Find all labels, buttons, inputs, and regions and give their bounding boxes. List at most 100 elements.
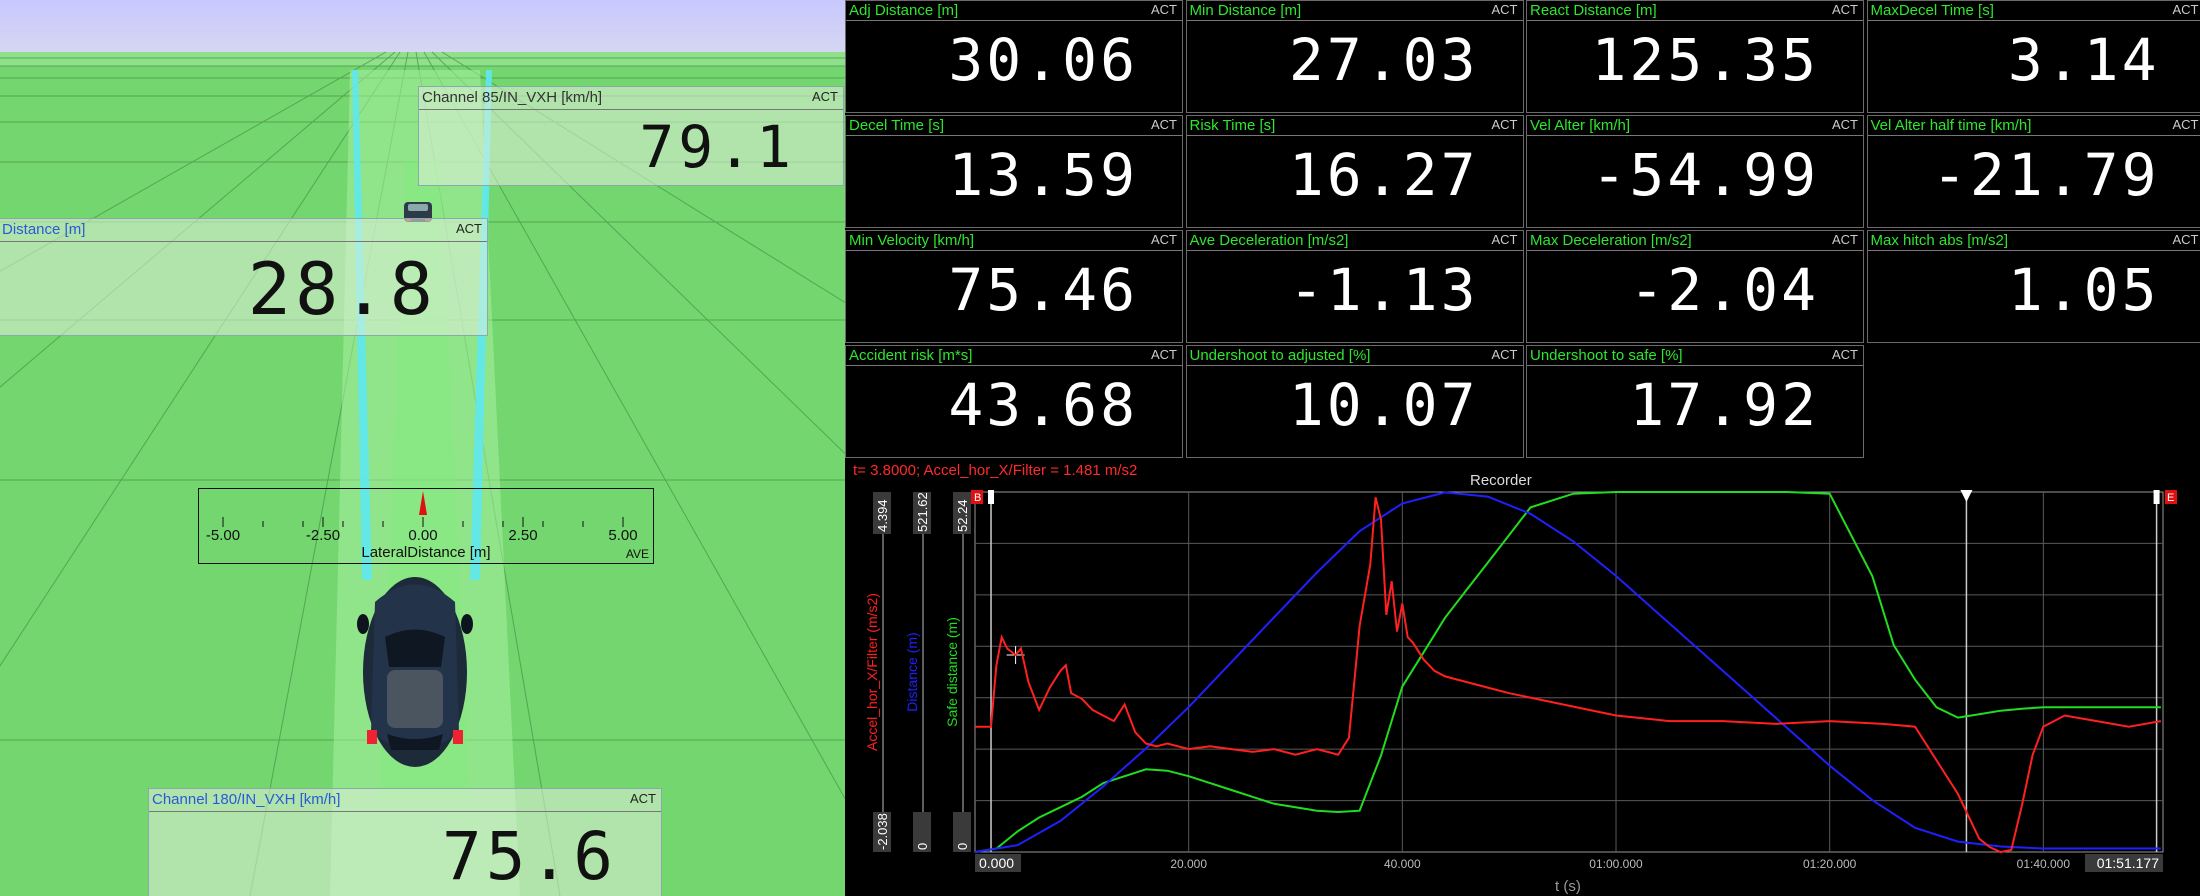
lateral-tick-4: 5.00 xyxy=(608,527,638,544)
channel-180-flag: ACT xyxy=(630,791,656,806)
recorder-panel[interactable]: t= 3.8000; Accel_hor_X/Filter = 1.481 m/… xyxy=(845,460,2200,896)
y-axis-title: Distance (m) xyxy=(904,632,920,711)
metric-flag: ACT xyxy=(1832,117,1858,132)
metric-flag: ACT xyxy=(1491,117,1518,132)
y-axis-max-label: 521.62 xyxy=(915,492,930,532)
lateral-needle xyxy=(419,491,427,515)
metric-value: 125.35 xyxy=(1591,26,1819,94)
channel-180-display: Channel 180/IN_VXH [km/h] ACT 75.6 xyxy=(148,788,662,896)
channel-85-value: 79.1 xyxy=(639,113,795,181)
channel-180-value: 75.6 xyxy=(442,818,617,895)
metric-value: 1.05 xyxy=(2007,256,2160,324)
metric-flag: ACT xyxy=(1491,347,1518,362)
metric-flag: ACT xyxy=(2172,232,2199,247)
metric-flag: ACT xyxy=(1151,232,1177,247)
metric-tile: Risk Time [s] ACT 16.27 xyxy=(1185,115,1524,228)
metric-title: Undershoot to safe [%] xyxy=(1530,347,1683,364)
metric-title: Max Deceleration [m/s2] xyxy=(1530,232,1692,249)
distance-title: Distance [m] xyxy=(2,221,86,238)
metric-tile: Accident risk [m*s] ACT 43.68 xyxy=(845,345,1183,458)
lateral-label: LateralDistance [m] xyxy=(361,544,491,561)
lateral-tick-1: -2.50 xyxy=(305,527,341,544)
metric-tile: Vel Alter [km/h] ACT -54.99 xyxy=(1526,115,1864,228)
metric-title: Decel Time [s] xyxy=(849,117,945,134)
metric-tile: Min Velocity [km/h] ACT 75.46 xyxy=(845,230,1183,343)
x-tick-label: 40.000 xyxy=(1384,857,1421,871)
metric-flag: ACT xyxy=(1832,232,1858,247)
y-axis-min-label: -2.038 xyxy=(875,813,890,850)
y-axis-max-label: 52.24 xyxy=(955,499,970,532)
begin-marker-label: B xyxy=(974,492,981,504)
metric-title: Min Velocity [km/h] xyxy=(849,232,975,249)
end-handle-icon xyxy=(2153,490,2160,504)
y-axis-min-label: 0 xyxy=(955,843,970,850)
metric-title: Vel Alter half time [km/h] xyxy=(1870,117,2032,134)
recorder-chart[interactable]: B E 4.394 -2.038 Accel_hor_X/Filter (m/s2) 52… xyxy=(845,460,2200,896)
metric-title: Adj Distance [m] xyxy=(849,2,959,19)
metric-grid: Adj Distance [m] ACT 30.06 Min Distance [m]… xyxy=(845,0,2200,460)
metric-tile: Decel Time [s] ACT 13.59 xyxy=(845,115,1183,228)
lateral-flag: AVE xyxy=(625,547,649,561)
metric-title: MaxDecel Time [s] xyxy=(1870,2,1994,19)
x-tick-label: 01:00.000 xyxy=(1589,857,1643,871)
metric-flag: ACT xyxy=(1491,232,1518,247)
lateral-scale xyxy=(222,491,624,527)
distance-flag: ACT xyxy=(456,221,482,236)
metric-value: 17.92 xyxy=(1629,371,1819,439)
metric-flag: ACT xyxy=(1151,117,1177,132)
metric-title: Undershoot to adjusted [%] xyxy=(1189,347,1371,364)
metric-value: 10.07 xyxy=(1288,371,1479,439)
metric-flag: ACT xyxy=(1151,2,1177,17)
x-tick-label: 01:51.177 xyxy=(2097,855,2159,871)
metric-value: -54.99 xyxy=(1591,141,1819,209)
distance-display: Distance [m] ACT 28.8 xyxy=(0,218,488,336)
metric-flag: ACT xyxy=(1491,2,1518,17)
metric-flag: ACT xyxy=(1151,347,1177,362)
start-handle-icon xyxy=(988,490,995,504)
channel-85-display: Channel 85/IN_VXH [km/h] ACT 79.1 xyxy=(418,86,844,186)
metric-tile: Undershoot to adjusted [%] ACT 10.07 xyxy=(1185,345,1524,458)
metric-title: Ave Deceleration [m/s2] xyxy=(1189,232,1349,249)
metric-value: -1.13 xyxy=(1288,256,1479,324)
metric-value: 30.06 xyxy=(948,26,1138,94)
metric-tile: Undershoot to safe [%] ACT 17.92 xyxy=(1526,345,1864,458)
lateral-tick-3: 2.50 xyxy=(508,527,538,544)
x-tick-label: 0.000 xyxy=(979,855,1014,871)
y-axis-title: Safe distance (m) xyxy=(944,617,960,727)
x-axis-label: t (s) xyxy=(1555,878,1581,895)
metric-value: 3.14 xyxy=(2007,26,2160,94)
metric-title: Vel Alter [km/h] xyxy=(1530,117,1631,134)
metric-title: React Distance [m] xyxy=(1530,2,1657,19)
metric-tile: React Distance [m] ACT 125.35 xyxy=(1526,0,1864,113)
channel-180-title: Channel 180/IN_VXH [km/h] xyxy=(152,791,341,808)
metric-value: 13.59 xyxy=(948,141,1138,209)
metric-flag: ACT xyxy=(1832,2,1858,17)
x-tick-label: 01:40.000 xyxy=(2017,857,2071,871)
x-tick-label: 20.000 xyxy=(1170,857,1207,871)
end-marker-label: E xyxy=(2167,492,2174,504)
sky xyxy=(0,0,845,52)
metric-title: Min Distance [m] xyxy=(1189,2,1302,19)
metric-value: 75.46 xyxy=(948,256,1138,324)
metric-title: Accident risk [m*s] xyxy=(849,347,973,364)
lateral-tick-2: 0.00 xyxy=(408,527,438,544)
y-axis-title: Accel_hor_X/Filter (m/s2) xyxy=(864,593,880,751)
lateral-distance-gauge: -5.00 -2.50 0.00 2.50 5.00 LateralDistan… xyxy=(198,488,654,564)
y-axis-max-label: 4.394 xyxy=(875,499,890,532)
y-axis-min-label: 0 xyxy=(915,843,930,850)
x-tick-label: 01:20.000 xyxy=(1803,857,1857,871)
metric-tile: Adj Distance [m] ACT 30.06 xyxy=(845,0,1183,113)
metric-value: 43.68 xyxy=(948,371,1138,439)
distance-value: 28.8 xyxy=(247,247,437,331)
metric-flag: ACT xyxy=(1832,347,1858,362)
plot-area xyxy=(974,491,2164,853)
metric-flag: ACT xyxy=(2172,117,2199,132)
channel-85-flag: ACT xyxy=(812,89,838,104)
metric-flag: ACT xyxy=(2172,2,2199,17)
metric-value: 16.27 xyxy=(1288,141,1479,209)
metric-value: -2.04 xyxy=(1629,256,1819,324)
metric-tile: MaxDecel Time [s] ACT 3.14 xyxy=(1866,0,2200,113)
metric-title: Max hitch abs [m/s2] xyxy=(1870,232,2009,249)
metric-value: -21.79 xyxy=(1931,141,2160,209)
metric-value: 27.03 xyxy=(1288,26,1479,94)
